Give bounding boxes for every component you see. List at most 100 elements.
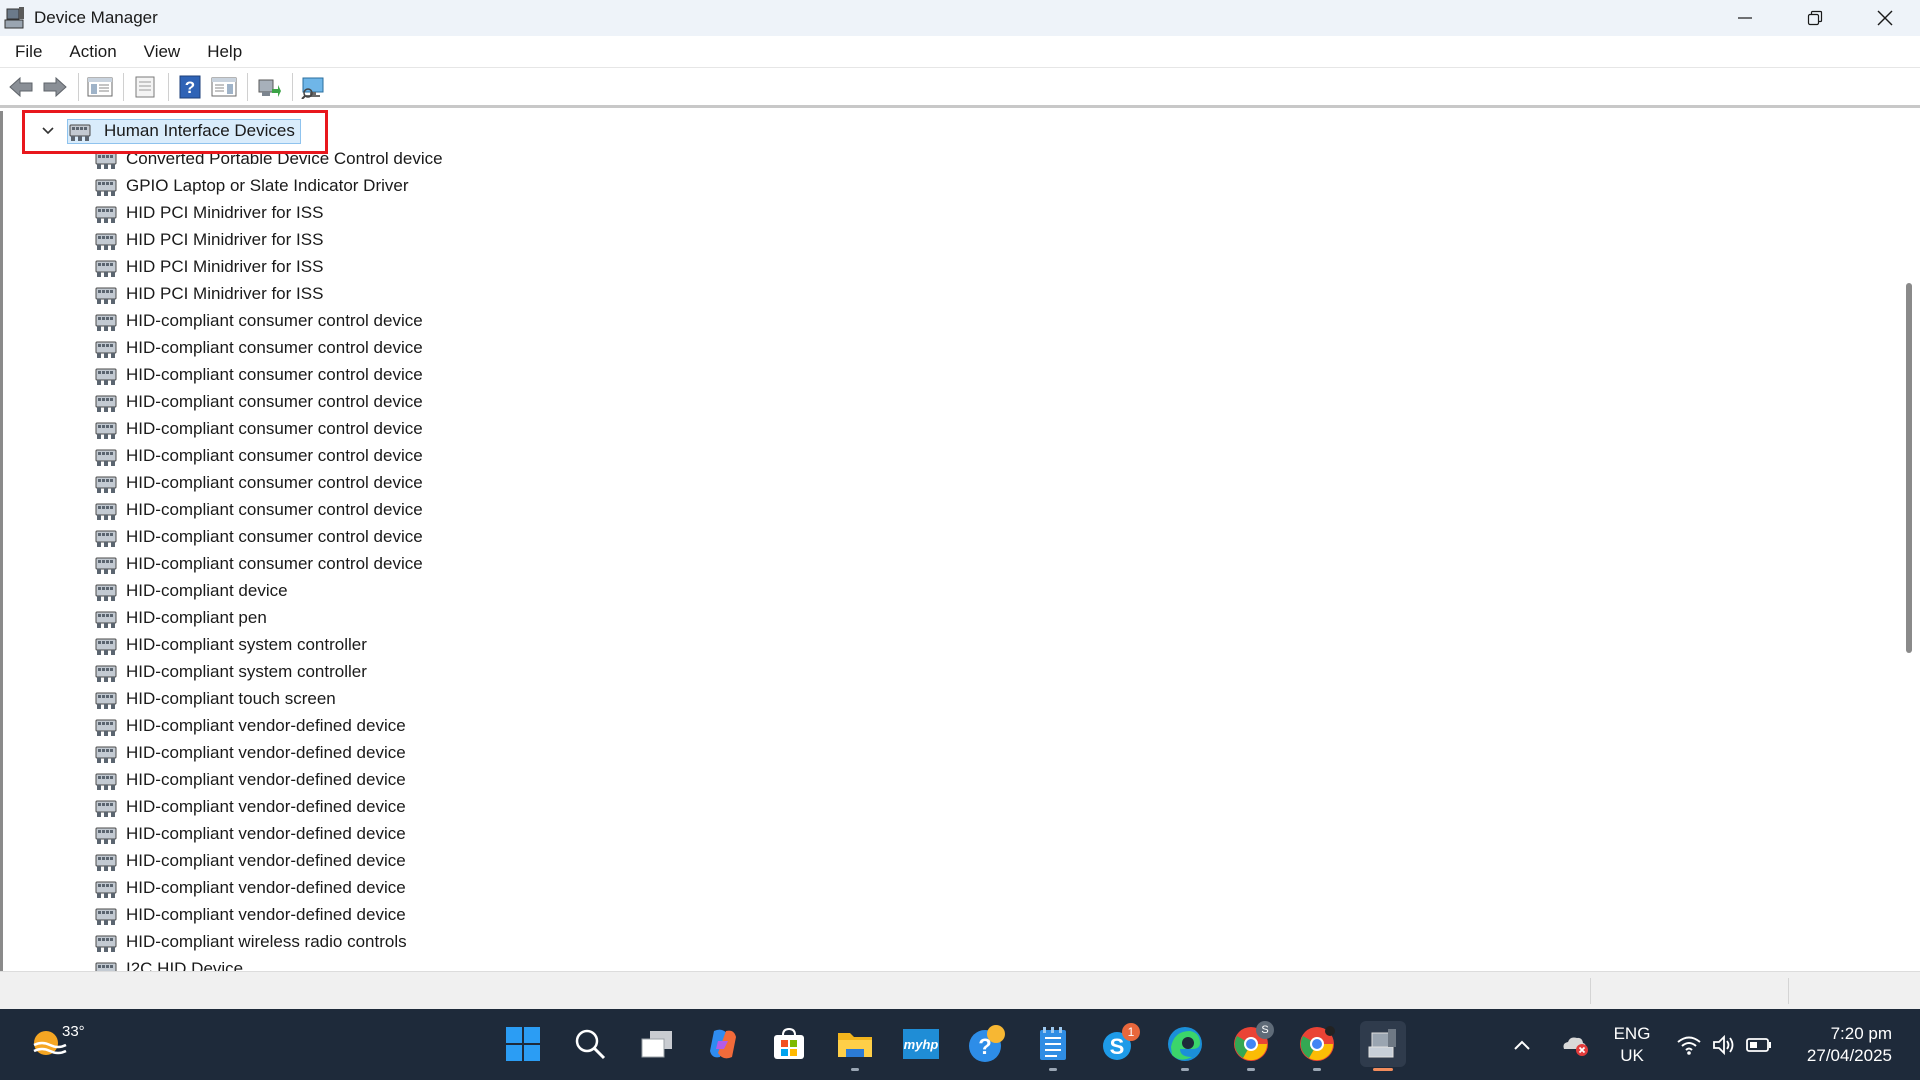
restore-button[interactable] [1780, 0, 1850, 36]
store-icon [774, 1027, 804, 1059]
properties-button[interactable] [130, 72, 160, 102]
search-icon [575, 1029, 606, 1060]
tree-device-item[interactable]: HID-compliant vendor-defined device [94, 793, 443, 820]
chrome-profile-s-button[interactable]: S [1228, 1021, 1274, 1071]
tree-device-item[interactable]: HID-compliant consumer control device [94, 442, 443, 469]
tree-device-item[interactable]: HID PCI Minidriver for ISS [94, 280, 443, 307]
scrollbar-thumb[interactable] [1906, 283, 1912, 653]
device-tree[interactable]: Human Interface Devices Converted Portab… [0, 111, 1920, 971]
edge-button[interactable] [1162, 1021, 1208, 1071]
menu-action[interactable]: Action [54, 42, 128, 62]
tree-device-item[interactable]: I2C HID Device [94, 955, 443, 971]
tree-device-item[interactable]: HID-compliant consumer control device [94, 334, 443, 361]
microsoft-store-button[interactable] [766, 1021, 812, 1067]
scan-hardware-button[interactable] [299, 72, 329, 102]
tree-device-item[interactable]: HID-compliant consumer control device [94, 415, 443, 442]
tree-device-item[interactable]: HID-compliant pen [94, 604, 443, 631]
task-view-button[interactable] [634, 1021, 680, 1067]
device-manager-taskbar-button[interactable] [1360, 1021, 1406, 1071]
input-language-indicator[interactable]: ENG UK [1610, 1023, 1654, 1067]
notepad-button[interactable] [1030, 1021, 1076, 1071]
tree-device-label: HID-compliant touch screen [126, 688, 336, 708]
menu-view[interactable]: View [129, 42, 193, 62]
toolbar-separator [292, 72, 293, 101]
weather-widget[interactable]: 33° [28, 1021, 85, 1061]
chevron-down-icon[interactable] [39, 122, 57, 140]
onedrive-status[interactable] [1560, 1009, 1590, 1080]
start-button[interactable] [500, 1021, 546, 1067]
tree-device-label: HID-compliant consumer control device [126, 418, 423, 438]
tree-device-item[interactable]: HID PCI Minidriver for ISS [94, 199, 443, 226]
skype-notification-badge: 1 [1122, 1023, 1140, 1041]
hid-device-icon [95, 206, 117, 223]
notepad-icon [1040, 1027, 1066, 1060]
minimize-button[interactable] [1710, 0, 1780, 36]
close-button[interactable] [1850, 0, 1920, 36]
status-divider [1590, 978, 1591, 1004]
tree-device-item[interactable]: HID-compliant consumer control device [94, 361, 443, 388]
selected-tree-node[interactable]: Human Interface Devices [67, 118, 301, 144]
copilot-button[interactable] [700, 1021, 746, 1067]
chrome-button[interactable] [1294, 1021, 1340, 1071]
tree-device-item[interactable]: HID-compliant vendor-defined device [94, 901, 443, 928]
hid-device-icon [95, 260, 117, 277]
tree-device-item[interactable]: HID-compliant touch screen [94, 685, 443, 712]
minimize-icon [1738, 17, 1752, 19]
edge-icon [1168, 1027, 1202, 1061]
search-button[interactable] [567, 1021, 613, 1067]
tree-device-item[interactable]: HID-compliant consumer control device [94, 307, 443, 334]
device-list: Converted Portable Device Control device… [94, 145, 443, 971]
tree-device-item[interactable]: HID-compliant wireless radio controls [94, 928, 443, 955]
skype-button[interactable]: S 1 [1096, 1021, 1142, 1067]
show-hidden-icons-button[interactable] [1512, 1009, 1532, 1080]
tree-device-item[interactable]: GPIO Laptop or Slate Indicator Driver [94, 172, 443, 199]
update-driver-button[interactable] [254, 72, 284, 102]
volume-icon [1713, 1034, 1734, 1055]
tree-device-item[interactable]: Converted Portable Device Control device [94, 145, 443, 172]
chrome-icon [1300, 1026, 1335, 1061]
show-hide-console-tree-icon [87, 77, 113, 96]
tree-device-item[interactable]: HID-compliant vendor-defined device [94, 766, 443, 793]
tree-device-item[interactable]: HID PCI Minidriver for ISS [94, 253, 443, 280]
tree-device-item[interactable]: HID-compliant consumer control device [94, 469, 443, 496]
tree-device-item[interactable]: HID-compliant vendor-defined device [94, 712, 443, 739]
menu-file[interactable]: File [0, 42, 54, 62]
copilot-icon [710, 1029, 736, 1059]
help-icon: ? [179, 75, 201, 98]
hid-device-icon [95, 692, 117, 709]
language-code: ENG [1613, 1024, 1651, 1043]
tree-node-human-interface-devices[interactable]: Human Interface Devices [39, 118, 301, 144]
show-hide-console-tree-button[interactable] [85, 72, 115, 102]
running-indicator [1049, 1068, 1057, 1071]
tree-device-item[interactable]: HID-compliant consumer control device [94, 496, 443, 523]
network-volume-battery-group[interactable] [1676, 1009, 1772, 1080]
hid-device-icon [95, 962, 117, 971]
tree-device-item[interactable]: HID-compliant vendor-defined device [94, 739, 443, 766]
clock[interactable]: 7:20 pm 27/04/2025 [1786, 1023, 1892, 1067]
back-button[interactable] [6, 72, 36, 102]
tree-device-item[interactable]: HID-compliant consumer control device [94, 388, 443, 415]
get-help-button[interactable]: ? [964, 1021, 1010, 1067]
myhp-label: myhp [903, 1036, 939, 1052]
tree-device-item[interactable]: HID-compliant consumer control device [94, 550, 443, 577]
tree-device-item[interactable]: HID-compliant vendor-defined device [94, 874, 443, 901]
menu-help[interactable]: Help [192, 42, 254, 62]
file-explorer-button[interactable] [832, 1021, 878, 1071]
tree-device-item[interactable]: HID-compliant system controller [94, 658, 443, 685]
vertical-scrollbar[interactable] [1898, 111, 1920, 971]
hid-device-icon [95, 854, 117, 871]
forward-button[interactable] [40, 72, 70, 102]
tree-device-item[interactable]: HID-compliant vendor-defined device [94, 847, 443, 874]
hid-category-icon [69, 124, 91, 141]
tree-device-item[interactable]: HID-compliant consumer control device [94, 523, 443, 550]
tree-device-item[interactable]: HID PCI Minidriver for ISS [94, 226, 443, 253]
tree-device-item[interactable]: HID-compliant vendor-defined device [94, 820, 443, 847]
myhp-button[interactable]: myhp [898, 1021, 944, 1067]
status-bar [0, 971, 1920, 1009]
help-button[interactable]: ? [175, 72, 205, 102]
tree-device-item[interactable]: HID-compliant system controller [94, 631, 443, 658]
tree-device-item[interactable]: HID-compliant device [94, 577, 443, 604]
chevron-up-icon [1514, 1040, 1530, 1050]
status-divider [1788, 978, 1789, 1004]
action-pane-button[interactable] [209, 72, 239, 102]
